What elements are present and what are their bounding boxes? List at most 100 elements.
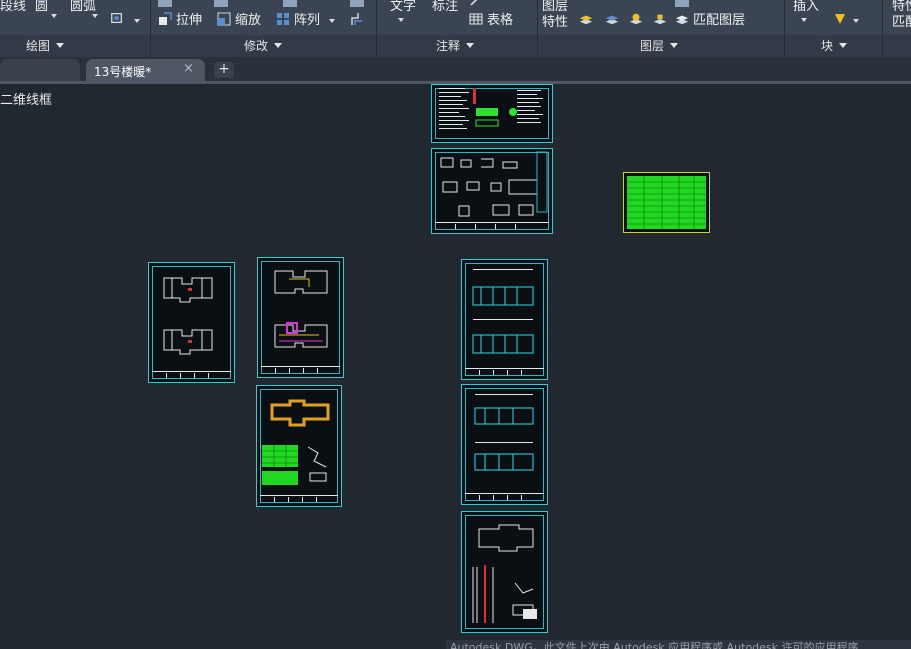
layer-lock-icon [653, 14, 667, 25]
table-button[interactable]: 表格 [469, 12, 513, 29]
visual-style-label[interactable]: 二维线框 [0, 89, 52, 108]
scale-icon [217, 12, 231, 26]
schedule-table [627, 176, 706, 229]
floor-plan [472, 269, 534, 354]
erase-button[interactable] [350, 0, 368, 10]
draw-panel-bar [0, 35, 150, 57]
layer-freeze-button[interactable] [629, 12, 647, 29]
layer-current-button[interactable] [675, 0, 693, 10]
insert-button[interactable]: 插入 [793, 0, 819, 15]
chevron-down-icon[interactable] [134, 19, 140, 23]
match-layer-label: 匹配图层 [693, 13, 746, 28]
table-label: 表格 [487, 13, 514, 28]
trim-icon [283, 0, 297, 7]
title-block [152, 371, 231, 379]
close-icon[interactable]: × [183, 61, 194, 76]
title-block [261, 366, 340, 374]
offset-icon [351, 13, 362, 25]
chevron-down-icon[interactable] [853, 19, 859, 23]
modify-panel-label[interactable]: 修改 [244, 37, 283, 54]
panel-separator [376, 0, 377, 57]
floor-plan [274, 270, 328, 348]
dimension-button[interactable]: 标注 [432, 0, 458, 15]
drawing-sheet [431, 148, 553, 234]
arc-button[interactable]: 圆弧 [70, 0, 96, 15]
drawing-sheet [461, 259, 548, 380]
leader-button[interactable] [469, 0, 487, 10]
match-properties-button[interactable]: 匹配 [892, 15, 911, 31]
new-tab-button[interactable]: + [214, 62, 234, 78]
match-layer-icon [675, 15, 689, 25]
status-message: Autodesk DWG。此文件上次由 Autodesk 应用程序或 Autod… [446, 640, 911, 649]
offset-button[interactable] [350, 12, 368, 29]
drawing-content [440, 151, 548, 217]
match-layer-button[interactable]: 匹配图层 [675, 12, 745, 29]
drawing-sheet [148, 262, 235, 383]
panel-separator [784, 0, 785, 57]
layers-panel-label[interactable]: 图层 [640, 37, 679, 54]
scale-label: 缩放 [235, 13, 262, 28]
layer-isolate-button[interactable] [605, 12, 623, 29]
move-button[interactable] [158, 0, 176, 10]
layer-properties-button[interactable]: 图层 [542, 0, 568, 15]
chevron-down-icon[interactable] [92, 14, 98, 18]
array-button[interactable]: 阵列 [276, 12, 320, 29]
drawing-sheet [257, 257, 344, 378]
trim-button[interactable] [283, 0, 301, 10]
stretch-icon [159, 12, 172, 25]
chevron-down-icon[interactable] [329, 19, 335, 23]
rectangle-button[interactable] [110, 11, 128, 28]
drawing-content [439, 88, 543, 129]
leader-icon [470, 0, 478, 6]
ribbon: 段线 圆 圆弧 绘图 拉伸 缩放 阵列 修改 文字 标注 表格 注释 图层 特性 [0, 0, 911, 57]
chevron-down-icon[interactable] [801, 18, 807, 22]
title-block [465, 493, 544, 501]
text-button[interactable]: 文字 [390, 0, 416, 15]
block-edit-button[interactable] [833, 12, 851, 29]
rotate-button[interactable] [214, 0, 232, 10]
draw-panel-label[interactable]: 绘图 [26, 37, 65, 54]
properties-button[interactable]: 特性 [892, 0, 911, 15]
chevron-down-icon[interactable] [51, 14, 57, 18]
rectangle-icon [111, 12, 123, 24]
tab-start[interactable] [0, 59, 80, 81]
drawing-sheet [461, 384, 548, 505]
table-icon [469, 13, 483, 25]
array-label: 阵列 [294, 13, 321, 28]
drawing-sheet [623, 172, 710, 233]
circle-button[interactable]: 圆 [35, 0, 48, 15]
layer-off-button[interactable] [579, 12, 597, 29]
layer-properties-label[interactable]: 特性 [542, 15, 568, 31]
floor-plan [163, 277, 213, 355]
block-panel-label[interactable]: 块 [821, 37, 848, 54]
annotation-panel-label[interactable]: 注释 [436, 37, 475, 54]
drawing-sheet [431, 84, 553, 143]
layer-stack-icon [605, 15, 619, 25]
panel-separator [882, 0, 883, 57]
block-edit-icon [835, 14, 845, 24]
tab-active-file[interactable]: 13号楼暖* × [86, 59, 205, 81]
move-icon [158, 0, 172, 7]
properties-panel-bar [883, 35, 911, 57]
polyline-button[interactable]: 段线 [0, 0, 26, 15]
file-tab-bar: 13号楼暖* × [0, 57, 911, 81]
erase-icon [350, 0, 364, 7]
layer-freeze-icon [629, 13, 643, 25]
tab-file-name: 13号楼暖* [94, 65, 152, 79]
layer-current-icon [675, 0, 689, 7]
chevron-down-icon[interactable] [398, 18, 404, 22]
panel-separator [150, 0, 151, 57]
floor-plan [472, 524, 537, 623]
drawing-sheet [256, 385, 342, 507]
panel-separator [537, 0, 538, 57]
array-icon [277, 13, 289, 25]
floor-plan [474, 394, 534, 471]
scale-button[interactable]: 缩放 [217, 12, 261, 29]
layer-lock-button[interactable] [653, 12, 671, 29]
rotate-icon [214, 0, 228, 7]
stretch-label: 拉伸 [176, 13, 203, 28]
title-block [465, 368, 544, 376]
stretch-button[interactable]: 拉伸 [158, 12, 202, 29]
drawing-sheet [461, 511, 548, 633]
floor-plan [262, 399, 330, 485]
